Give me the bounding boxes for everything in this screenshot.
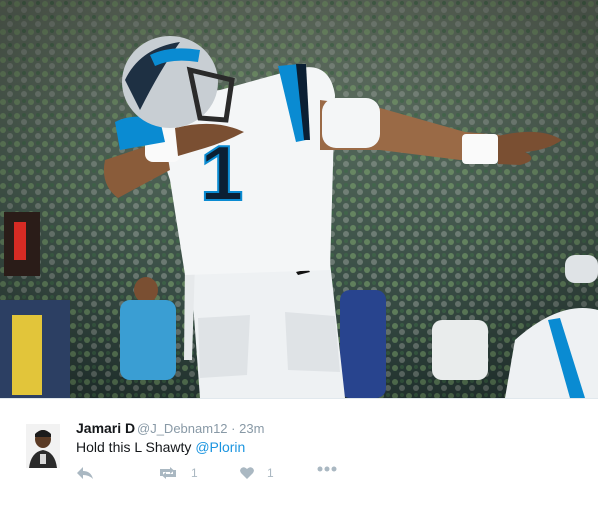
more-icon <box>317 466 337 472</box>
avatar[interactable] <box>26 424 60 468</box>
meta-separator: · <box>231 421 236 436</box>
reply-icon <box>77 467 93 479</box>
football-player-dab-image: 1 <box>0 0 598 398</box>
reply-button[interactable] <box>76 466 94 480</box>
mention-link[interactable]: @Plorin <box>195 439 245 455</box>
tweet-photo[interactable]: 1 <box>0 0 598 398</box>
timestamp[interactable]: 23m <box>239 421 264 436</box>
display-name[interactable]: Jamari D <box>76 420 135 436</box>
tweet-text: Hold this L Shawty @Plorin <box>76 439 245 455</box>
tweet-meta: @J_Debnam12 · 23m <box>137 421 264 436</box>
retweet-count: 1 <box>191 466 198 480</box>
like-count: 1 <box>267 466 274 480</box>
handle[interactable]: @J_Debnam12 <box>137 421 228 436</box>
like-button[interactable]: 1 <box>239 466 274 480</box>
more-button[interactable] <box>317 466 337 472</box>
heart-icon <box>240 467 254 479</box>
profile-photo-icon <box>26 424 60 468</box>
tweet-actions: 1 1 <box>0 466 598 486</box>
tweet-text-body: Hold this L Shawty <box>76 439 196 455</box>
retweet-button[interactable]: 1 <box>157 466 198 480</box>
retweet-icon <box>160 467 176 479</box>
